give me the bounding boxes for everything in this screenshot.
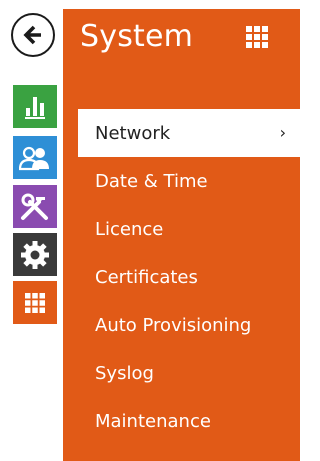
menu-item-label: Auto Provisioning [95,314,252,336]
panel-title: System [80,19,194,54]
menu-item-label: Syslog [95,362,154,384]
grid-icon [246,26,268,48]
users-icon [19,146,49,170]
rail-item-status[interactable] [13,85,57,128]
menu-item-maintenance[interactable]: Maintenance [78,397,300,445]
panel-grid-button[interactable] [246,26,268,48]
menu-item-network[interactable]: Network › [78,109,300,157]
menu-item-label: Certificates [95,266,198,288]
menu-item-label: Maintenance [95,410,211,432]
menu-item-auto-provisioning[interactable]: Auto Provisioning [78,301,300,349]
back-button[interactable] [11,13,55,57]
rail-item-hardware[interactable] [13,185,57,228]
menu-item-label: Network [95,122,171,144]
system-panel: System Network › Date & Time Licence Cer… [63,9,300,461]
tools-icon [21,193,48,220]
chevron-right-icon: › [279,123,286,143]
menu-item-certificates[interactable]: Certificates [78,253,300,301]
rail-item-directory[interactable] [13,136,57,179]
system-menu: Network › Date & Time Licence Certificat… [78,109,300,445]
bar-chart-icon [25,96,45,119]
arrow-left-icon [23,25,41,45]
menu-item-licence[interactable]: Licence [78,205,300,253]
page: System Network › Date & Time Licence Cer… [0,0,311,461]
grid-icon [25,292,45,313]
gear-icon [21,240,49,269]
rail-item-services[interactable] [13,233,57,276]
menu-item-date-time[interactable]: Date & Time [78,157,300,205]
menu-item-label: Licence [95,218,164,240]
menu-item-label: Date & Time [95,170,208,192]
rail-item-system[interactable] [13,281,57,324]
menu-item-syslog[interactable]: Syslog [78,349,300,397]
